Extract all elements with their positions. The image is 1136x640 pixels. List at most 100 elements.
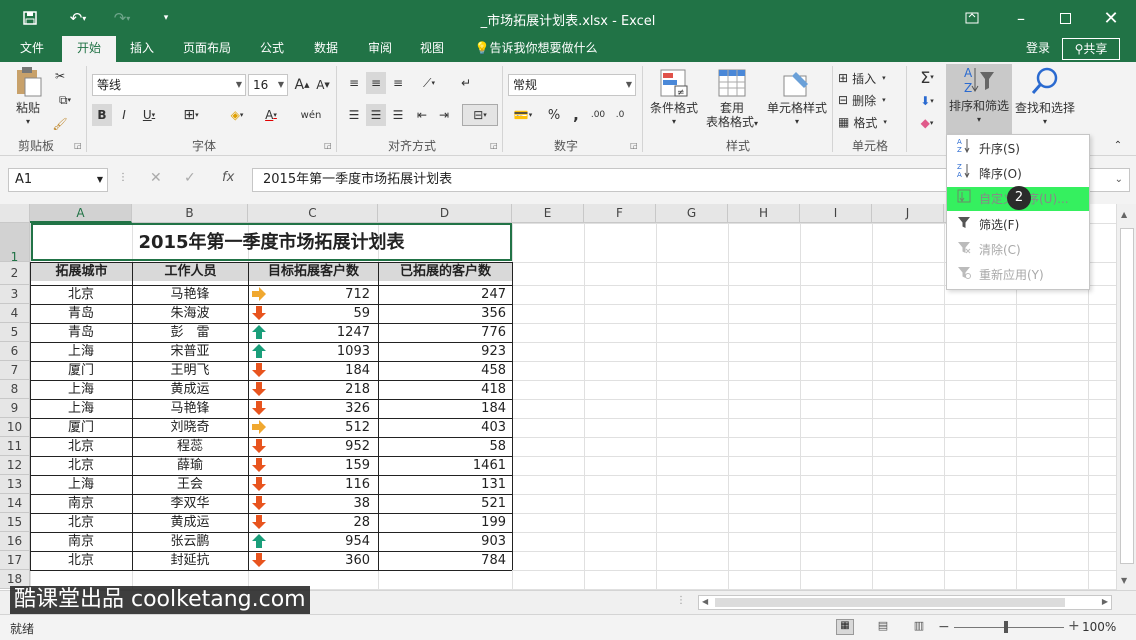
page-layout-view-icon[interactable]: ▤	[874, 619, 892, 635]
cell-city[interactable]: 上海	[31, 399, 131, 418]
orientation-icon[interactable]: ⟋ ▾	[414, 72, 444, 94]
cell-target[interactable]: 218	[249, 380, 373, 399]
cell-staff[interactable]: 王会	[133, 475, 247, 494]
cell-city[interactable]: 厦门	[31, 361, 131, 380]
decrease-indent-icon[interactable]: ⇤	[412, 104, 432, 126]
column-header-j[interactable]: J	[872, 204, 944, 223]
cell-staff[interactable]: 朱海波	[133, 304, 247, 323]
cell-target[interactable]: 1247	[249, 323, 373, 342]
cell-title[interactable]: 2015年第一季度市场拓展计划表	[31, 223, 512, 261]
insert-cells-button[interactable]: ⊞ 插入 ▾	[838, 68, 904, 88]
select-all-corner[interactable]	[0, 204, 30, 223]
clear-icon[interactable]: ◆ ▾	[912, 112, 942, 134]
dialog-launcher-icon[interactable]: ◲	[490, 141, 498, 150]
cell-staff[interactable]: 宋普亚	[133, 342, 247, 361]
column-header-h[interactable]: H	[728, 204, 800, 223]
split-handle-icon[interactable]: ⋮	[676, 595, 686, 606]
zoom-out-icon[interactable]: −	[938, 619, 950, 635]
row-header[interactable]: 5	[0, 323, 30, 342]
tab-insert[interactable]: 插入	[118, 36, 166, 62]
scroll-right-icon[interactable]: ▶	[1102, 597, 1108, 606]
cell-city[interactable]: 北京	[31, 513, 131, 532]
align-right-icon[interactable]: ☰	[388, 104, 408, 126]
minimize-icon[interactable]: –	[1006, 6, 1036, 30]
share-button[interactable]: ⚲共享	[1062, 38, 1120, 60]
cell-done[interactable]: 776	[379, 323, 509, 342]
cell-city[interactable]: 上海	[31, 475, 131, 494]
cell-staff[interactable]: 李双华	[133, 494, 247, 513]
header-cell[interactable]: 目标拓展客户数	[249, 262, 378, 281]
row-header[interactable]: 4	[0, 304, 30, 323]
zoom-slider-thumb[interactable]	[1004, 621, 1008, 633]
borders-icon[interactable]: ⊞ ▾	[176, 104, 206, 126]
header-cell[interactable]: 拓展城市	[31, 262, 132, 281]
cell-city[interactable]: 南京	[31, 494, 131, 513]
menu-item-filter[interactable]: 筛选(F)	[947, 213, 1089, 237]
cell-target[interactable]: 159	[249, 456, 373, 475]
row-header[interactable]: 9	[0, 399, 30, 418]
row-header[interactable]: 15	[0, 513, 30, 532]
cell-city[interactable]: 北京	[31, 437, 131, 456]
cut-icon[interactable]: ✂	[50, 66, 70, 86]
hscroll-thumb[interactable]	[715, 598, 1065, 607]
page-break-view-icon[interactable]: ▥	[910, 619, 928, 635]
cell-city[interactable]: 北京	[31, 551, 131, 570]
scroll-up-icon[interactable]: ▲	[1121, 210, 1127, 219]
cell-staff[interactable]: 刘晓奇	[133, 418, 247, 437]
row-header[interactable]: 13	[0, 475, 30, 494]
cell-target[interactable]: 952	[249, 437, 373, 456]
underline-icon[interactable]: U ▾	[136, 104, 162, 126]
cell-staff[interactable]: 马艳锋	[133, 399, 247, 418]
row-header[interactable]: 8	[0, 380, 30, 399]
tab-file[interactable]: 文件	[8, 36, 56, 62]
customize-qat-icon[interactable]: ▾	[156, 6, 176, 30]
paste-button[interactable]: 粘贴 ▾	[10, 66, 46, 132]
format-painter-icon[interactable]: 🖌	[50, 114, 70, 134]
sort-filter-button[interactable]: AZ 排序和筛选 ▾	[946, 64, 1012, 136]
font-size-combo[interactable]: 16 ▼	[248, 74, 288, 96]
row-header[interactable]: 12	[0, 456, 30, 475]
cell-staff[interactable]: 程蕊	[133, 437, 247, 456]
column-header-f[interactable]: F	[584, 204, 656, 223]
cell-done[interactable]: 58	[379, 437, 509, 456]
format-as-table-button[interactable]: 套用 表格格式▾	[702, 68, 762, 134]
undo-icon[interactable]: ↶ ▾	[60, 6, 96, 30]
increase-decimal-icon[interactable]: .00	[588, 104, 608, 126]
zoom-slider-track[interactable]	[954, 627, 1064, 628]
row-header[interactable]: 17	[0, 551, 30, 570]
cell-city[interactable]: 南京	[31, 532, 131, 551]
column-header-g[interactable]: G	[656, 204, 728, 223]
cell-done[interactable]: 458	[379, 361, 509, 380]
fill-down-icon[interactable]: ⬇ ▾	[912, 90, 942, 112]
header-cell[interactable]: 已拓展的客户数	[379, 262, 512, 281]
align-top-icon[interactable]: ≡	[344, 72, 364, 94]
wrap-text-icon[interactable]: ↵	[456, 72, 476, 94]
cell-target[interactable]: 1093	[249, 342, 373, 361]
maximize-icon[interactable]	[1050, 6, 1080, 30]
number-format-combo[interactable]: 常规 ▼	[508, 74, 636, 96]
cell-done[interactable]: 403	[379, 418, 509, 437]
tab-view[interactable]: 视图	[408, 36, 456, 62]
autosum-icon[interactable]: Σ ▾	[912, 66, 942, 88]
cell-target[interactable]: 360	[249, 551, 373, 570]
cell-staff[interactable]: 薛瑜	[133, 456, 247, 475]
column-header-d[interactable]: D	[378, 204, 512, 223]
dialog-launcher-icon[interactable]: ◲	[324, 141, 332, 150]
cell-done[interactable]: 356	[379, 304, 509, 323]
close-icon[interactable]: ✕	[1096, 6, 1126, 30]
cell-staff[interactable]: 黄成运	[133, 380, 247, 399]
scroll-left-icon[interactable]: ◀	[702, 597, 708, 606]
row-header[interactable]: 10	[0, 418, 30, 437]
cell-city[interactable]: 北京	[31, 456, 131, 475]
find-select-button[interactable]: 查找和选择 ▾	[1012, 66, 1078, 136]
scroll-down-icon[interactable]: ▼	[1121, 576, 1127, 585]
cell-done[interactable]: 418	[379, 380, 509, 399]
insert-function-icon[interactable]: fx	[222, 170, 234, 185]
cell-done[interactable]: 903	[379, 532, 509, 551]
menu-item-sort-ascending[interactable]: AZ 升序(S)	[947, 137, 1089, 161]
cell-staff[interactable]: 封延抗	[133, 551, 247, 570]
row-header[interactable]: 14	[0, 494, 30, 513]
decrease-font-icon[interactable]: A ▼	[314, 74, 332, 96]
row-header[interactable]: 16	[0, 532, 30, 551]
column-header-a[interactable]: A	[30, 204, 132, 223]
